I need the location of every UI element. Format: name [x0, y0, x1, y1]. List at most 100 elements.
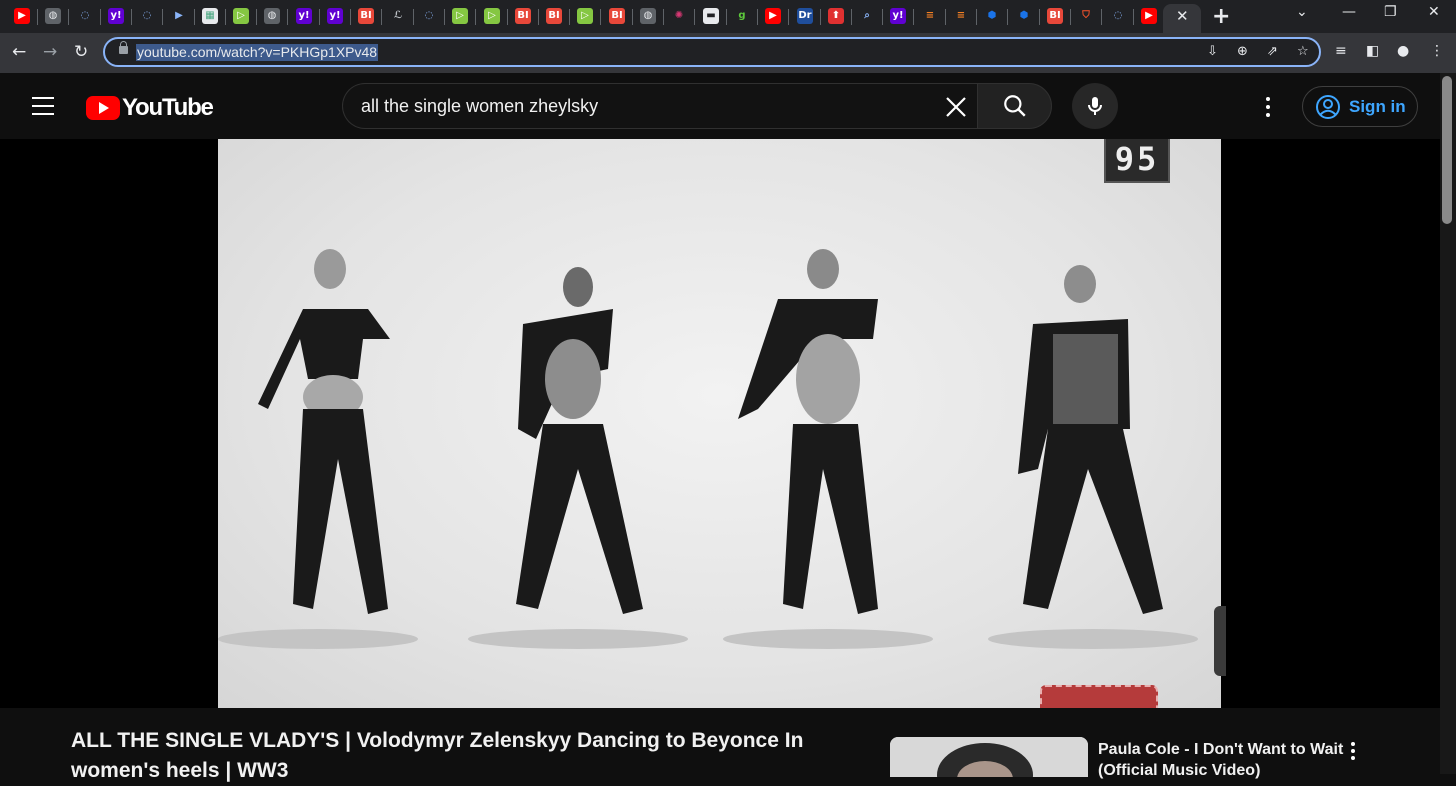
tab-separator	[820, 9, 821, 25]
browser-menu-icon[interactable]: ⋮	[1430, 43, 1444, 59]
lock-icon[interactable]	[119, 41, 128, 54]
profile-icon[interactable]: ●	[1397, 43, 1409, 59]
reload-icon[interactable]: ↻	[74, 42, 88, 62]
search-button[interactable]	[977, 83, 1052, 129]
browser-tab[interactable]: ▶	[12, 6, 32, 26]
browser-tab[interactable]: BI	[544, 6, 564, 26]
g-icon: g	[734, 8, 750, 24]
shield-icon: ◌	[77, 8, 93, 24]
search-input[interactable]: all the single women zheylsky	[342, 83, 978, 129]
tab-separator	[726, 9, 727, 25]
tab-separator	[600, 9, 601, 25]
reading-list-icon[interactable]: ≡	[1335, 43, 1347, 59]
browser-tab[interactable]: ⬢	[982, 6, 1002, 26]
youtube-icon: ▶	[765, 8, 781, 24]
tab-separator	[256, 9, 257, 25]
browser-tab[interactable]: ✺	[669, 6, 689, 26]
browser-tab[interactable]: BI	[607, 6, 627, 26]
recommendation-title[interactable]: Paula Cole - I Don't Want to Wait (Offic…	[1098, 739, 1348, 781]
bookmark-star-icon[interactable]: ☆	[1297, 44, 1309, 59]
browser-tab[interactable]: ℒ	[388, 6, 408, 26]
tab-separator	[131, 9, 132, 25]
browser-tab[interactable]: BI	[356, 6, 376, 26]
back-icon[interactable]: ←	[12, 42, 26, 62]
browser-tab[interactable]: ◍	[638, 6, 658, 26]
browser-tab[interactable]: ◍	[262, 6, 282, 26]
tab-separator	[381, 9, 382, 25]
browser-tab[interactable]: ▶	[1139, 6, 1159, 26]
share-icon[interactable]: ⇗	[1267, 44, 1278, 59]
settings-menu-icon[interactable]	[1266, 97, 1270, 121]
shield-icon: ◌	[421, 8, 437, 24]
browser-tab[interactable]: ▷	[482, 6, 502, 26]
browser-tab[interactable]: ▬	[701, 6, 721, 26]
browser-tab[interactable]: ⬢	[1014, 6, 1034, 26]
tab-separator	[945, 9, 946, 25]
youtube-logo[interactable]: YouTube	[86, 94, 214, 122]
video-frame[interactable]: 95	[218, 139, 1221, 708]
tab-separator	[913, 9, 914, 25]
tab-separator	[507, 9, 508, 25]
hamburger-menu-icon[interactable]	[32, 97, 54, 115]
microphone-icon	[1088, 97, 1102, 115]
browser-tab[interactable]: ⌕	[857, 6, 877, 26]
side-panel-handle[interactable]	[1214, 606, 1226, 676]
tab-separator	[194, 9, 195, 25]
browser-tab[interactable]: ◌	[75, 6, 95, 26]
browser-tab[interactable]: y!	[106, 6, 126, 26]
globe-icon: ◍	[264, 8, 280, 24]
browser-tab[interactable]: ▶	[763, 6, 783, 26]
rumble-icon: ▷	[484, 8, 500, 24]
browser-tab[interactable]: ▷	[231, 6, 251, 26]
browser-tab[interactable]: y!	[294, 6, 314, 26]
minimize-icon[interactable]: —	[1342, 4, 1356, 20]
browser-tab[interactable]: ◌	[137, 6, 157, 26]
browser-tab[interactable]: ≡	[951, 6, 971, 26]
forward-icon[interactable]: →	[43, 42, 57, 62]
browser-tab[interactable]: ▷	[450, 6, 470, 26]
clear-search-icon[interactable]	[942, 93, 970, 121]
zoom-icon[interactable]: ⊕	[1237, 44, 1248, 59]
browser-tab[interactable]: ▷	[575, 6, 595, 26]
tab-separator	[1070, 9, 1071, 25]
browser-tab[interactable]: ▦	[200, 6, 220, 26]
new-tab-button[interactable]: +	[1212, 4, 1230, 29]
tab-search-icon[interactable]: ⌄	[1296, 4, 1308, 20]
bars-icon: ≡	[922, 8, 938, 24]
browser-tab[interactable]: g	[732, 6, 752, 26]
arrow-up-icon: ⬆	[828, 8, 844, 24]
url-text[interactable]: youtube.com/watch?v=PKHGp1XPv48	[136, 44, 379, 61]
tab-separator	[976, 9, 977, 25]
youtube-play-icon	[86, 96, 120, 120]
voice-search-button[interactable]	[1072, 83, 1118, 129]
bi-icon: BI	[358, 8, 374, 24]
sign-in-button[interactable]: Sign in	[1302, 86, 1418, 127]
browser-tab[interactable]: ◌	[1108, 6, 1128, 26]
tab-separator	[882, 9, 883, 25]
close-tab-icon[interactable]: ✕	[1176, 7, 1189, 25]
browser-tab[interactable]: y!	[325, 6, 345, 26]
recommendation-menu-icon[interactable]	[1351, 742, 1355, 763]
install-icon[interactable]: ⇩	[1207, 44, 1218, 59]
dr-icon: Dr	[797, 8, 813, 24]
search-query[interactable]: all the single women zheylsky	[361, 96, 598, 117]
close-window-icon[interactable]: ✕	[1428, 4, 1440, 20]
browser-tab[interactable]: BI	[513, 6, 533, 26]
account-circle-icon	[1316, 95, 1340, 119]
browser-tab[interactable]: ▶	[169, 6, 189, 26]
yahoo-icon: y!	[890, 8, 906, 24]
scrollbar-thumb[interactable]	[1442, 76, 1452, 224]
address-bar[interactable]: youtube.com/watch?v=PKHGp1XPv48 ⇩ ⊕ ⇗ ☆	[103, 37, 1321, 67]
restore-icon[interactable]: ❐	[1384, 4, 1397, 20]
browser-tab[interactable]: ⬆	[826, 6, 846, 26]
italic-icon: ℒ	[390, 8, 406, 24]
browser-tab[interactable]: ≡	[920, 6, 940, 26]
browser-tab[interactable]: BI	[1045, 6, 1065, 26]
browser-tab[interactable]: ⛉	[1076, 6, 1096, 26]
side-panel-icon[interactable]: ◧	[1366, 43, 1379, 59]
browser-tab[interactable]: y!	[888, 6, 908, 26]
browser-tab[interactable]: Dr	[795, 6, 815, 26]
browser-tab[interactable]: ◌	[419, 6, 439, 26]
browser-tab[interactable]: ◍	[43, 6, 63, 26]
recommendation-thumbnail[interactable]	[890, 737, 1088, 777]
